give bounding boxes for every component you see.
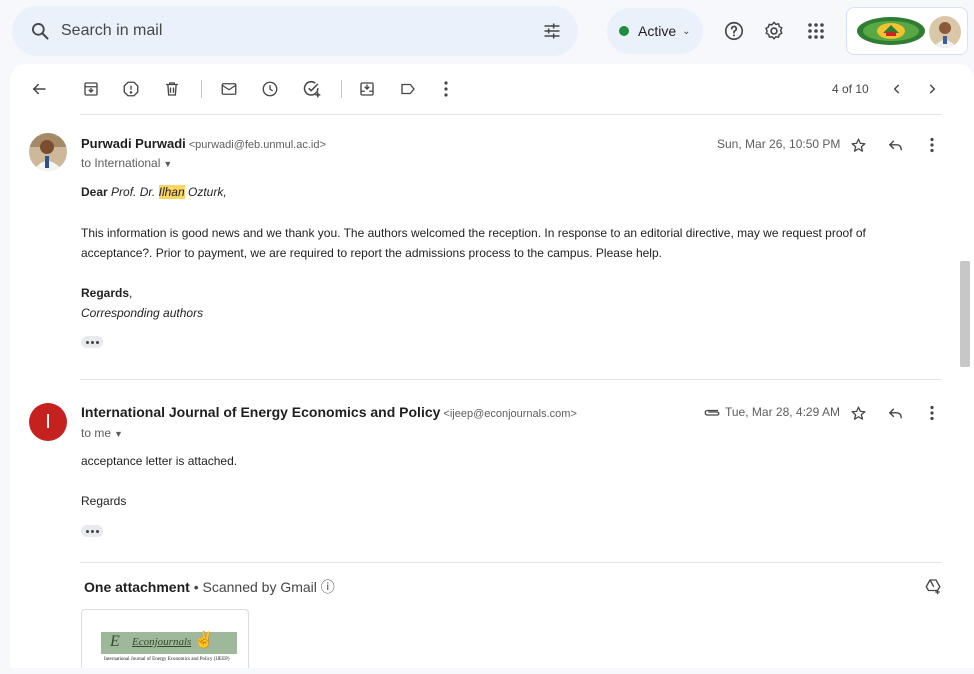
attachment-divider xyxy=(80,562,941,563)
search-options-icon[interactable] xyxy=(540,19,564,43)
add-to-drive-icon[interactable] xyxy=(923,576,943,596)
star-icon[interactable] xyxy=(848,135,868,155)
apps-grid-icon[interactable] xyxy=(804,19,828,43)
show-trimmed-content-button[interactable] xyxy=(81,525,103,537)
search-input[interactable] xyxy=(61,22,501,40)
signature-comma: , xyxy=(129,286,133,300)
message-sender: Purwadi Purwadi <purwadi@feb.unmul.ac.id> xyxy=(81,136,326,151)
more-vert-icon[interactable] xyxy=(922,135,942,155)
body-line: This information is good news and we tha… xyxy=(81,226,866,240)
toolbar-divider-line xyxy=(80,114,941,115)
attachment-header: One attachment • Scanned by Gmail ⓘ xyxy=(84,577,335,597)
toolbar-divider xyxy=(341,80,342,98)
message-body: This information is good news and we tha… xyxy=(81,223,901,263)
greeting-surname: Ozturk, xyxy=(187,185,227,199)
reading-pane: 4 of 10 Purwadi Purwadi <purwadi@feb.unmu… xyxy=(10,64,974,668)
recipient-text: to International xyxy=(81,156,161,170)
chevron-down-icon: ⌄ xyxy=(682,25,691,37)
message-toolbar: 4 of 10 xyxy=(10,64,974,114)
message-date: Tue, Mar 28, 4:29 AM xyxy=(725,405,840,419)
attachment-icon xyxy=(702,402,722,422)
organization-logo xyxy=(857,17,925,45)
attachment-thumbnail[interactable]: E Econjournals ✌ International Journal o… xyxy=(81,609,249,668)
settings-icon[interactable] xyxy=(762,19,786,43)
sender-avatar[interactable] xyxy=(29,133,67,171)
message-signature: Regards xyxy=(81,494,127,508)
caret-down-icon[interactable]: ▼ xyxy=(114,429,123,439)
move-to-icon[interactable] xyxy=(355,77,379,101)
caret-down-icon[interactable]: ▼ xyxy=(163,159,172,169)
recipient-details[interactable]: to me ▼ xyxy=(81,426,123,440)
older-chevron-right-icon[interactable] xyxy=(920,77,944,101)
snooze-icon[interactable] xyxy=(258,77,282,101)
account-avatar[interactable] xyxy=(929,16,961,48)
label-icon[interactable] xyxy=(396,77,420,101)
report-spam-icon[interactable] xyxy=(119,77,143,101)
highlighted-name: Ilhan xyxy=(158,185,185,199)
thumbnail-hand-icon: ✌ xyxy=(194,632,214,649)
pagination-count: 4 of 10 xyxy=(832,82,869,96)
greeting-title: Prof. Dr. xyxy=(111,185,156,199)
status-label: Active xyxy=(638,23,677,39)
scan-label: Scanned by Gmail xyxy=(202,579,317,595)
message-date: Sun, Mar 26, 10:50 PM xyxy=(717,137,841,151)
message-greeting: Dear Prof. Dr. Ilhan Ozturk, xyxy=(81,182,227,202)
sender-email: <ijeep@econjournals.com> xyxy=(443,408,577,420)
toolbar-divider xyxy=(201,80,202,98)
more-vert-icon[interactable] xyxy=(434,77,458,101)
recipient-details[interactable]: to International ▼ xyxy=(81,156,172,170)
sender-email: <purwadi@feb.unmul.ac.id> xyxy=(188,139,326,151)
search-bar[interactable] xyxy=(12,6,578,56)
thumbnail-logo-text: Econjournals xyxy=(132,636,192,648)
help-icon[interactable] xyxy=(722,19,746,43)
message-sender: International Journal of Energy Economic… xyxy=(81,404,577,420)
message-divider xyxy=(80,379,941,380)
newer-chevron-left-icon[interactable] xyxy=(885,77,909,101)
signature-regards: Regards xyxy=(81,286,130,300)
attachment-separator: • xyxy=(193,579,199,595)
status-dot xyxy=(619,26,629,36)
reply-icon[interactable] xyxy=(885,135,905,155)
scrollbar-thumb[interactable] xyxy=(960,261,970,367)
archive-icon[interactable] xyxy=(79,77,103,101)
reply-icon[interactable] xyxy=(885,403,905,423)
mark-unread-icon[interactable] xyxy=(217,77,241,101)
add-to-tasks-icon[interactable] xyxy=(300,77,324,101)
back-arrow-icon[interactable] xyxy=(27,77,51,101)
search-icon[interactable] xyxy=(27,18,53,44)
recipient-text: to me xyxy=(81,426,112,440)
show-trimmed-content-button[interactable] xyxy=(81,336,103,348)
info-icon[interactable]: ⓘ xyxy=(321,579,335,595)
more-vert-icon[interactable] xyxy=(922,403,942,423)
signature-authors: Corresponding authors xyxy=(81,306,204,320)
sender-avatar[interactable]: I xyxy=(29,403,67,441)
message-body: acceptance letter is attached. xyxy=(81,454,238,468)
status-selector[interactable]: Active ⌄ xyxy=(607,8,703,54)
body-line: acceptance?. Prior to payment, we are re… xyxy=(81,246,662,260)
avatar-letter: I xyxy=(45,410,51,433)
message-signature: Regards, Corresponding authors xyxy=(81,283,203,323)
attachment-title: One attachment xyxy=(84,579,190,595)
sender-name: Purwadi Purwadi xyxy=(81,136,186,151)
delete-icon[interactable] xyxy=(160,77,184,101)
thumbnail-journal-text: International Journal of Energy Economic… xyxy=(104,657,230,662)
sender-name: International Journal of Energy Economic… xyxy=(81,404,441,420)
account-switcher[interactable] xyxy=(846,7,968,55)
thumbnail-e-glyph: E xyxy=(110,633,120,650)
star-icon[interactable] xyxy=(848,403,868,423)
greeting-bold: Dear xyxy=(81,185,108,199)
